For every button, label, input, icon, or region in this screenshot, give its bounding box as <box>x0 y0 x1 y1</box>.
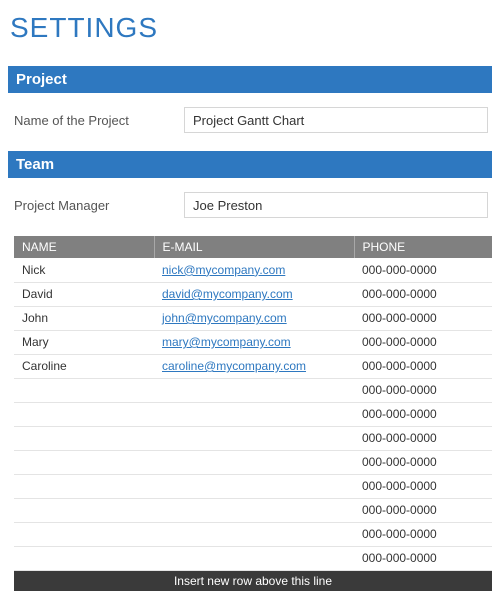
cell-name[interactable] <box>14 522 154 546</box>
cell-email[interactable]: caroline@mycompany.com <box>154 354 354 378</box>
table-row: Mary mary@mycompany.com 000-000-0000 <box>14 330 492 354</box>
page-title: SETTINGS <box>10 12 492 44</box>
cell-phone[interactable]: 000-000-0000 <box>354 450 492 474</box>
table-row: John john@mycompany.com 000-000-0000 <box>14 306 492 330</box>
cell-name[interactable]: Nick <box>14 258 154 282</box>
cell-phone[interactable]: 000-000-0000 <box>354 306 492 330</box>
cell-name[interactable]: John <box>14 306 154 330</box>
cell-name[interactable] <box>14 474 154 498</box>
table-row: 000-000-0000 <box>14 522 492 546</box>
cell-email[interactable] <box>154 426 354 450</box>
cell-phone[interactable]: 000-000-0000 <box>354 522 492 546</box>
project-manager-input[interactable] <box>184 192 488 218</box>
cell-name[interactable] <box>14 426 154 450</box>
cell-email[interactable]: david@mycompany.com <box>154 282 354 306</box>
email-link[interactable]: nick@mycompany.com <box>162 263 285 277</box>
email-link[interactable]: mary@mycompany.com <box>162 335 291 349</box>
cell-email[interactable] <box>154 546 354 570</box>
cell-phone[interactable]: 000-000-0000 <box>354 354 492 378</box>
cell-name[interactable] <box>14 450 154 474</box>
project-manager-label: Project Manager <box>14 198 184 213</box>
email-link[interactable]: caroline@mycompany.com <box>162 359 306 373</box>
cell-name[interactable]: Caroline <box>14 354 154 378</box>
cell-email[interactable] <box>154 474 354 498</box>
table-row: David david@mycompany.com 000-000-0000 <box>14 282 492 306</box>
col-header-phone: PHONE <box>354 236 492 258</box>
table-row: 000-000-0000 <box>14 546 492 570</box>
cell-phone[interactable]: 000-000-0000 <box>354 330 492 354</box>
cell-phone[interactable]: 000-000-0000 <box>354 546 492 570</box>
table-row: 000-000-0000 <box>14 450 492 474</box>
cell-phone[interactable]: 000-000-0000 <box>354 282 492 306</box>
cell-email[interactable]: mary@mycompany.com <box>154 330 354 354</box>
email-link[interactable]: david@mycompany.com <box>162 287 293 301</box>
cell-name[interactable]: David <box>14 282 154 306</box>
table-row: 000-000-0000 <box>14 474 492 498</box>
cell-name[interactable] <box>14 498 154 522</box>
cell-name[interactable] <box>14 546 154 570</box>
cell-email[interactable] <box>154 498 354 522</box>
cell-email[interactable]: nick@mycompany.com <box>154 258 354 282</box>
cell-email[interactable] <box>154 450 354 474</box>
table-row: Caroline caroline@mycompany.com 000-000-00… <box>14 354 492 378</box>
table-row: 000-000-0000 <box>14 402 492 426</box>
project-name-input[interactable] <box>184 107 488 133</box>
cell-email[interactable] <box>154 402 354 426</box>
cell-phone[interactable]: 000-000-0000 <box>354 498 492 522</box>
cell-name[interactable]: Mary <box>14 330 154 354</box>
cell-email[interactable] <box>154 522 354 546</box>
cell-phone[interactable]: 000-000-0000 <box>354 426 492 450</box>
cell-name[interactable] <box>14 378 154 402</box>
team-table: NAME E-MAIL PHONE Nick nick@mycompany.com… <box>14 236 492 571</box>
table-row: 000-000-0000 <box>14 378 492 402</box>
team-table-header-row: NAME E-MAIL PHONE <box>14 236 492 258</box>
table-row: Nick nick@mycompany.com 000-000-0000 <box>14 258 492 282</box>
cell-phone[interactable]: 000-000-0000 <box>354 378 492 402</box>
project-name-label: Name of the Project <box>14 113 184 128</box>
col-header-name: NAME <box>14 236 154 258</box>
cell-email[interactable] <box>154 378 354 402</box>
cell-phone[interactable]: 000-000-0000 <box>354 258 492 282</box>
insert-row-footer: Insert new row above this line <box>14 571 492 591</box>
table-row: 000-000-0000 <box>14 498 492 522</box>
table-row: 000-000-0000 <box>14 426 492 450</box>
cell-email[interactable]: john@mycompany.com <box>154 306 354 330</box>
email-link[interactable]: john@mycompany.com <box>162 311 287 325</box>
project-manager-row: Project Manager <box>14 192 492 218</box>
cell-phone[interactable]: 000-000-0000 <box>354 402 492 426</box>
section-header-team: Team <box>8 151 492 178</box>
cell-name[interactable] <box>14 402 154 426</box>
cell-phone[interactable]: 000-000-0000 <box>354 474 492 498</box>
section-header-project: Project <box>8 66 492 93</box>
project-name-row: Name of the Project <box>14 107 492 133</box>
col-header-email: E-MAIL <box>154 236 354 258</box>
